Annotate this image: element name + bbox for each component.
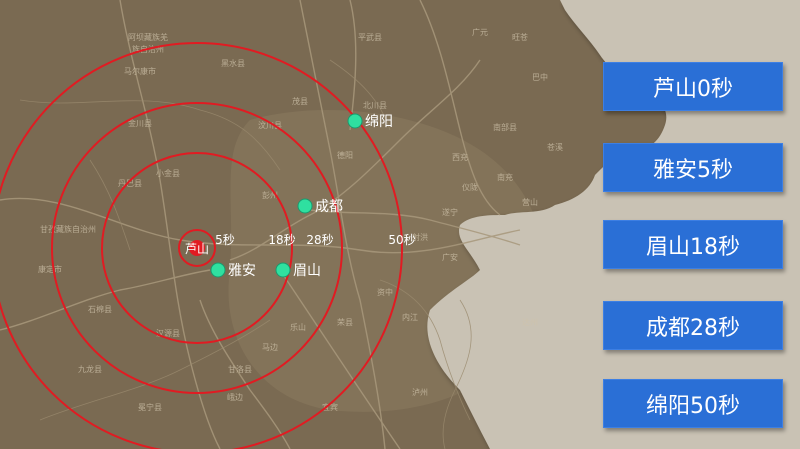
ring-label: 50秒 xyxy=(388,233,415,247)
city-label: 绵阳 xyxy=(365,113,393,130)
timing-panel-label: 成都28秒 xyxy=(646,315,740,341)
city-marker-dot[interactable] xyxy=(275,262,291,278)
timing-panel: 眉山18秒 xyxy=(603,220,783,269)
city-label: 成都 xyxy=(315,199,343,215)
timing-panel: 雅安5秒 xyxy=(603,143,783,192)
timing-panel-label: 芦山0秒 xyxy=(653,76,733,102)
timing-panel-label: 绵阳50秒 xyxy=(646,393,740,419)
city-label: 雅安 xyxy=(228,263,256,279)
timing-panel-label: 眉山18秒 xyxy=(646,234,740,260)
epicenter-label: 芦山 xyxy=(185,242,209,256)
ring-label: 5秒 xyxy=(215,233,235,247)
timing-panel: 芦山0秒 xyxy=(603,62,783,111)
timing-panel: 绵阳50秒 xyxy=(603,379,783,428)
city-marker-dot[interactable] xyxy=(210,262,226,278)
timing-panel: 成都28秒 xyxy=(603,301,783,350)
city-marker-dot[interactable] xyxy=(297,198,313,214)
timing-panel-label: 雅安5秒 xyxy=(653,157,733,183)
city-label: 眉山 xyxy=(293,263,321,279)
ring-label: 28秒 xyxy=(306,233,333,247)
ring-label: 18秒 xyxy=(268,233,295,247)
map-canvas: 阿坝藏族羌 族自治州 黑水县 平武县 马尔康市 茂县 北川县 金川县 汶川县 德阳 小金县 丹巴县 彭州… xyxy=(0,0,800,449)
city-marker-dot[interactable] xyxy=(347,113,363,129)
